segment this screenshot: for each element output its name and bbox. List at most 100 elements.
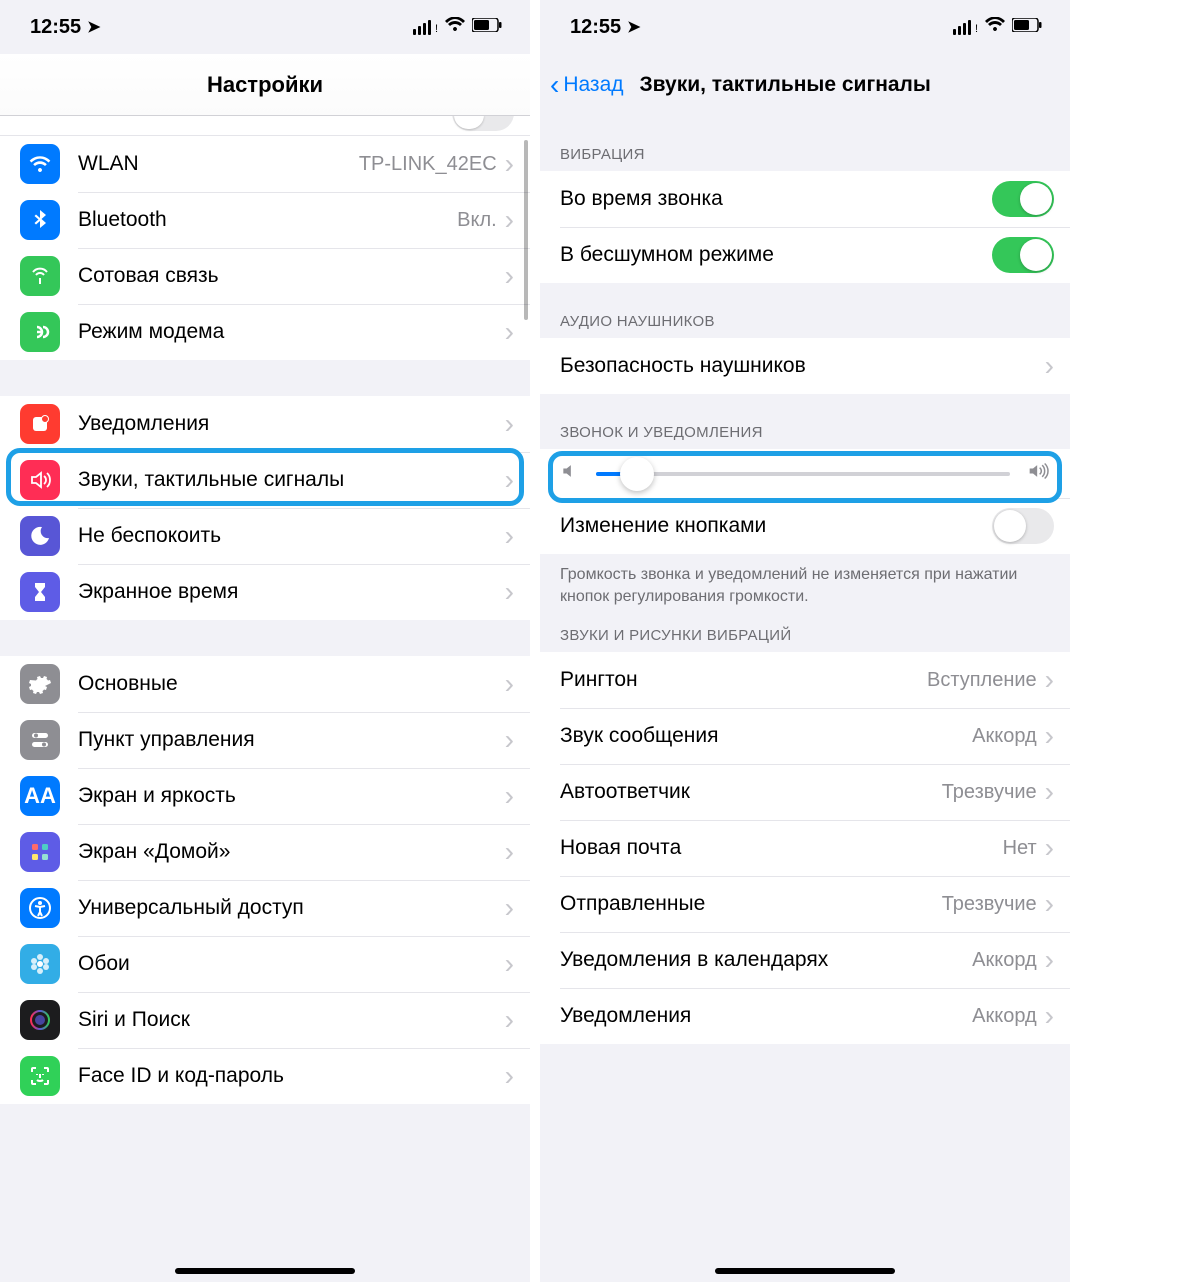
row-siri[interactable]: Siri и Поиск › — [0, 992, 530, 1048]
row-home-screen[interactable]: Экран «Домой» › — [0, 824, 530, 880]
row-label: Универсальный доступ — [78, 896, 505, 920]
volume-slider[interactable] — [596, 472, 1010, 476]
location-icon: ➤ — [627, 17, 640, 37]
row-calendar-alerts[interactable]: Уведомления в календарях Аккорд › — [540, 932, 1070, 988]
row-label: Отправленные — [560, 892, 942, 916]
gear-icon — [20, 664, 60, 704]
chevron-right-icon: › — [1045, 1002, 1054, 1030]
row-label: Bluetooth — [78, 208, 457, 232]
row-do-not-disturb[interactable]: Не беспокоить › — [0, 508, 530, 564]
row-reminder-alerts[interactable]: Уведомления Аккорд › — [540, 988, 1070, 1044]
nav-bar: ‹ Назад Звуки, тактильные сигналы — [540, 54, 1070, 116]
sounds-detail-screen: 12:55 ➤ ! ‹ Назад Звуки, тактильные сигн… — [540, 0, 1070, 1282]
row-control-center[interactable]: Пункт управления › — [0, 712, 530, 768]
chevron-right-icon: › — [505, 950, 514, 978]
row-label: Экран и яркость — [78, 784, 505, 808]
chevron-right-icon: › — [1045, 666, 1054, 694]
toggle-vibrate-silent[interactable] — [992, 237, 1054, 273]
cellular-signal-icon: ! — [953, 20, 978, 35]
volume-high-icon — [1026, 461, 1050, 486]
page-title: Настройки — [0, 72, 530, 98]
row-value: Вкл. — [457, 209, 497, 232]
scroll-indicator[interactable] — [524, 140, 528, 320]
row-sent-mail[interactable]: Отправленные Трезвучие › — [540, 876, 1070, 932]
cellular-signal-icon: ! — [413, 20, 438, 35]
row-hotspot[interactable]: Режим модема › — [0, 304, 530, 360]
row-display[interactable]: AA Экран и яркость › — [0, 768, 530, 824]
section-header-patterns: ЗВУКИ И РИСУНКИ ВИБРАЦИЙ — [540, 613, 1070, 652]
row-value: Трезвучие — [942, 781, 1037, 804]
row-label: Звук сообщения — [560, 724, 972, 748]
row-voicemail[interactable]: Автоответчик Трезвучие › — [540, 764, 1070, 820]
chevron-right-icon: › — [505, 318, 514, 346]
wifi-icon — [20, 144, 60, 184]
chevron-right-icon: › — [505, 206, 514, 234]
row-label: Основные — [78, 672, 505, 696]
volume-low-icon — [560, 461, 580, 486]
wifi-icon — [445, 17, 465, 37]
row-label: Экран «Домой» — [78, 840, 505, 864]
row-wallpaper[interactable]: Обои › — [0, 936, 530, 992]
settings-group-general: Основные › Пункт управления › AA Экран и… — [0, 656, 530, 1104]
home-indicator[interactable] — [715, 1268, 895, 1274]
chevron-right-icon: › — [505, 894, 514, 922]
chevron-right-icon: › — [1045, 778, 1054, 806]
row-wlan[interactable]: WLAN TP-LINK_42EC › — [0, 136, 530, 192]
chevron-left-icon: ‹ — [550, 71, 559, 99]
siri-icon — [20, 1000, 60, 1040]
flower-icon — [20, 944, 60, 984]
toggle-vibrate-ring[interactable] — [992, 181, 1054, 217]
link-icon — [20, 312, 60, 352]
row-notifications[interactable]: Уведомления › — [0, 396, 530, 452]
row-text-tone[interactable]: Звук сообщения Аккорд › — [540, 708, 1070, 764]
row-cellular[interactable]: Сотовая связь › — [0, 248, 530, 304]
hourglass-icon — [20, 572, 60, 612]
row-value: Трезвучие — [942, 893, 1037, 916]
row-label: Пункт управления — [78, 728, 505, 752]
airplane-mode-row-partial[interactable] — [0, 116, 530, 136]
row-label: Не беспокоить — [78, 524, 505, 548]
row-new-mail[interactable]: Новая почта Нет › — [540, 820, 1070, 876]
row-ringtone[interactable]: Рингтон Вступление › — [540, 652, 1070, 708]
toggle-change-with-buttons[interactable] — [992, 508, 1054, 544]
row-screen-time[interactable]: Экранное время › — [0, 564, 530, 620]
accessibility-icon — [20, 888, 60, 928]
chevron-right-icon: › — [1045, 722, 1054, 750]
row-faceid[interactable]: Face ID и код-пароль › — [0, 1048, 530, 1104]
text-size-icon: AA — [20, 776, 60, 816]
switches-icon — [20, 720, 60, 760]
row-label: Экранное время — [78, 580, 505, 604]
row-change-with-buttons[interactable]: Изменение кнопками — [540, 498, 1070, 554]
row-vibrate-on-silent[interactable]: В бесшумном режиме — [540, 227, 1070, 283]
row-label: Обои — [78, 952, 505, 976]
row-general[interactable]: Основные › — [0, 656, 530, 712]
home-indicator[interactable] — [175, 1268, 355, 1274]
settings-group-notifications: Уведомления › Звуки, тактильные сигналы … — [0, 396, 530, 620]
chevron-right-icon: › — [505, 578, 514, 606]
battery-icon — [1012, 18, 1042, 37]
row-label: Звуки, тактильные сигналы — [78, 468, 505, 492]
row-value: Аккорд — [972, 949, 1037, 972]
back-button[interactable]: ‹ Назад — [540, 71, 624, 99]
row-sounds[interactable]: Звуки, тактильные сигналы › — [0, 452, 530, 508]
page-title: Звуки, тактильные сигналы — [640, 73, 931, 97]
slider-thumb[interactable] — [620, 457, 654, 491]
row-vibrate-on-ring[interactable]: Во время звонка — [540, 171, 1070, 227]
chevron-right-icon: › — [1045, 946, 1054, 974]
row-value: Аккорд — [972, 1005, 1037, 1028]
row-bluetooth[interactable]: Bluetooth Вкл. › — [0, 192, 530, 248]
row-label: В бесшумном режиме — [560, 243, 992, 267]
chevron-right-icon: › — [505, 410, 514, 438]
row-label: Новая почта — [560, 836, 1003, 860]
chevron-right-icon: › — [505, 150, 514, 178]
row-accessibility[interactable]: Универсальный доступ › — [0, 880, 530, 936]
settings-group-connectivity: WLAN TP-LINK_42EC › Bluetooth Вкл. › Сот… — [0, 136, 530, 360]
row-label: Автоответчик — [560, 780, 942, 804]
row-label: Во время звонка — [560, 187, 992, 211]
row-label: Уведомления в календарях — [560, 948, 972, 972]
chevron-right-icon: › — [505, 782, 514, 810]
speaker-icon — [20, 460, 60, 500]
row-label: Уведомления — [560, 1004, 972, 1028]
row-headphone-safety[interactable]: Безопасность наушников › — [540, 338, 1070, 394]
row-label: Сотовая связь — [78, 264, 505, 288]
